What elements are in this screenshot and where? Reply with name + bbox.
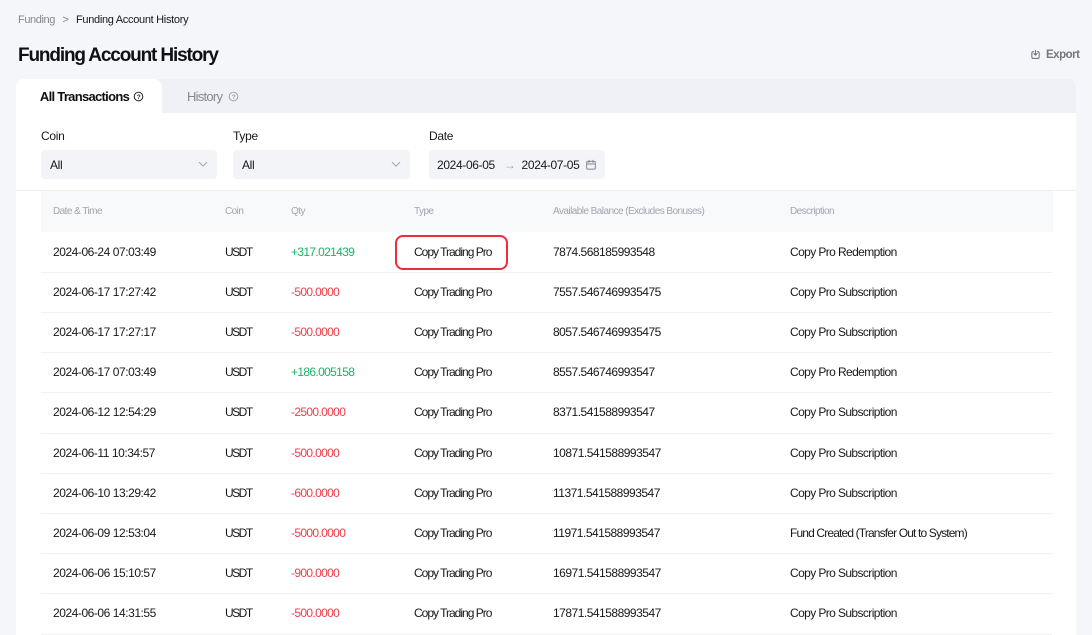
svg-text:?: ? — [232, 93, 236, 100]
svg-text:?: ? — [137, 93, 141, 100]
